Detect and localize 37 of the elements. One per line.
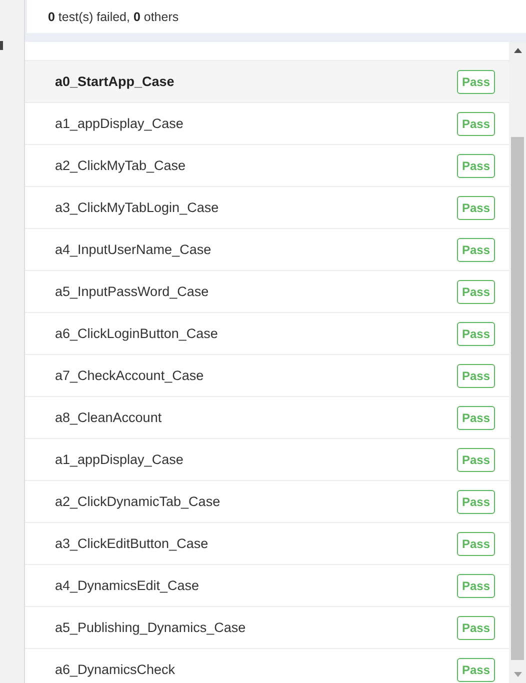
edge-mark-icon (0, 41, 3, 50)
status-badge: Pass (456, 364, 495, 388)
case-name: a4_DynamicsEdit_Case (55, 578, 200, 593)
case-name: a3_ClickMyTabLogin_Case (55, 200, 219, 215)
scroll-down-icon[interactable] (514, 672, 522, 677)
status-badge: Pass (456, 448, 495, 472)
case-name: a2_ClickDynamicTab_Case (55, 494, 220, 509)
case-name: a5_Publishing_Dynamics_Case (55, 620, 246, 635)
case-name: a6_DynamicsCheck (55, 662, 176, 677)
status-badge: Pass (456, 70, 495, 94)
status-badge: Pass (456, 154, 495, 178)
status-badge: Pass (456, 322, 495, 346)
case-name: a8_CleanAccount (55, 410, 162, 425)
case-name: a7_CheckAccount_Case (55, 368, 204, 383)
status-badge: Pass (456, 532, 495, 556)
case-name: a1_appDisplay_Case (55, 116, 184, 131)
case-name: a3_ClickEditButton_Case (55, 536, 208, 551)
case-name: a5_InputPassWord_Case (55, 284, 209, 299)
status-badge: Pass (456, 196, 495, 220)
case-name: a0_StartApp_Case (55, 74, 174, 89)
status-badge: Pass (456, 238, 495, 262)
status-badge: Pass (456, 280, 495, 304)
status-badge: Pass (456, 112, 495, 136)
case-name: a4_InputUserName_Case (55, 242, 212, 257)
status-badge: Pass (456, 658, 495, 682)
status-badge: Pass (456, 574, 495, 598)
case-name: a1_appDisplay_Case (55, 452, 184, 467)
scrollbar[interactable] (509, 42, 526, 683)
scroll-up-icon[interactable] (514, 48, 522, 53)
status-badge: Pass (456, 490, 495, 514)
case-row[interactable]: a0_StartApp_Case Pass (25, 61, 509, 103)
case-name: a6_ClickLoginButton_Case (55, 326, 218, 341)
status-badge: Pass (456, 406, 495, 430)
status-badge: Pass (456, 616, 495, 640)
scrollbar-thumb[interactable] (511, 137, 524, 660)
case-name: a2_ClickMyTab_Case (55, 158, 186, 173)
summary-text: 0 test(s) failed, 0 others (48, 10, 179, 24)
